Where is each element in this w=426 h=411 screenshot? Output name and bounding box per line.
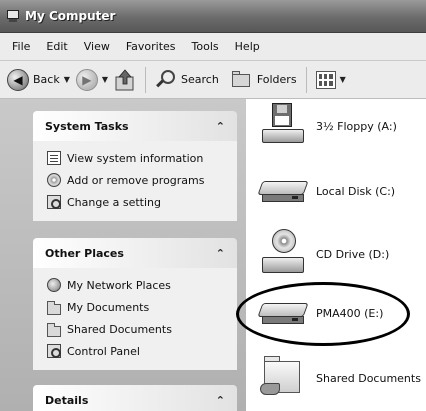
network-places-icon [47, 278, 61, 292]
forward-arrow-icon: ▶ [75, 68, 98, 91]
system-tasks-header[interactable]: System Tasks ⌃ [33, 111, 237, 141]
shared-folder-icon [258, 355, 308, 401]
back-dropdown-icon[interactable]: ▼ [64, 75, 70, 84]
task-view-system-information[interactable]: View system information [47, 147, 229, 169]
folder-icon [47, 300, 61, 315]
drives-view: 3½ Floppy (A:) Local Disk (C:) CD Drive … [246, 99, 426, 411]
title-bar[interactable]: My Computer [0, 0, 426, 33]
drive-floppy-a[interactable]: 3½ Floppy (A:) [258, 103, 397, 149]
menu-bar: File Edit View Favorites Tools Help [0, 33, 426, 61]
hard-disk-icon [257, 173, 309, 209]
system-info-icon [47, 151, 61, 165]
collapse-chevron-icon[interactable]: ⌃ [216, 394, 225, 407]
toolbar-separator [305, 66, 307, 93]
drive-cd-d[interactable]: CD Drive (D:) [258, 229, 389, 279]
place-label: Shared Documents [67, 322, 172, 336]
views-dropdown-icon[interactable]: ▼ [340, 75, 346, 84]
menu-edit[interactable]: Edit [38, 40, 75, 53]
my-computer-icon [6, 9, 20, 23]
task-pane: System Tasks ⌃ View system information A… [0, 99, 246, 411]
task-change-setting[interactable]: Change a setting [47, 191, 229, 213]
task-label: View system information [67, 151, 204, 165]
views-button[interactable]: ▼ [313, 65, 349, 95]
place-label: My Documents [67, 300, 150, 314]
details-title: Details [45, 393, 89, 407]
search-icon [155, 69, 177, 91]
window-title: My Computer [25, 9, 116, 23]
up-button[interactable] [111, 65, 139, 95]
task-label: Add or remove programs [67, 173, 205, 187]
drive-label: CD Drive (D:) [316, 247, 390, 261]
menu-tools[interactable]: Tools [184, 40, 227, 53]
collapse-chevron-icon[interactable]: ⌃ [216, 120, 225, 133]
other-places-panel: Other Places ⌃ My Network Places My Docu… [33, 238, 237, 370]
collapse-chevron-icon[interactable]: ⌃ [216, 247, 225, 260]
folders-button[interactable]: Folders [228, 65, 300, 95]
search-button[interactable]: Search [152, 65, 222, 95]
highlight-ring [236, 282, 410, 346]
place-my-network-places[interactable]: My Network Places [47, 274, 229, 296]
up-folder-icon [115, 68, 134, 90]
details-header[interactable]: Details ⌃ [33, 385, 237, 411]
folders-icon [231, 70, 253, 89]
drive-local-disk-c[interactable]: Local Disk (C:) [257, 173, 396, 209]
drive-label: 3½ Floppy (A:) [316, 119, 397, 133]
control-panel-icon [47, 195, 61, 209]
forward-button[interactable]: ▶ ▼ [73, 65, 111, 95]
menu-file[interactable]: File [4, 40, 38, 53]
views-icon [315, 70, 336, 89]
place-control-panel[interactable]: Control Panel [47, 340, 229, 362]
place-shared-documents[interactable]: Shared Documents [47, 318, 229, 340]
system-tasks-title: System Tasks [45, 119, 129, 133]
system-tasks-list: View system information Add or remove pr… [33, 141, 237, 221]
drive-label: Shared Documents [316, 371, 421, 385]
place-label: My Network Places [67, 278, 171, 292]
menu-view[interactable]: View [76, 40, 118, 53]
system-tasks-panel: System Tasks ⌃ View system information A… [33, 111, 237, 221]
cd-drive-icon [258, 229, 308, 279]
other-places-header[interactable]: Other Places ⌃ [33, 238, 237, 268]
back-label: Back [33, 73, 60, 86]
toolbar-separator [145, 66, 147, 93]
place-label: Control Panel [67, 344, 140, 358]
add-remove-programs-icon [47, 173, 61, 187]
back-arrow-icon: ◀ [7, 68, 29, 91]
back-button[interactable]: ◀ Back ▼ [4, 65, 73, 95]
place-my-documents[interactable]: My Documents [47, 296, 229, 318]
shared-documents-folder[interactable]: Shared Documents [258, 355, 421, 401]
task-label: Change a setting [67, 195, 161, 209]
menu-favorites[interactable]: Favorites [118, 40, 184, 53]
toolbar: ◀ Back ▼ ▶ ▼ Search Folders ▼ [0, 61, 426, 99]
folder-icon [47, 322, 61, 337]
folders-label: Folders [256, 73, 297, 86]
control-panel-icon [47, 344, 61, 358]
other-places-title: Other Places [45, 246, 124, 260]
other-places-list: My Network Places My Documents Shared Do… [33, 268, 237, 370]
search-label: Search [181, 73, 219, 86]
details-panel: Details ⌃ [33, 385, 237, 411]
drive-label: Local Disk (C:) [316, 184, 396, 198]
floppy-drive-icon [258, 103, 308, 149]
menu-help[interactable]: Help [227, 40, 268, 53]
forward-dropdown-icon[interactable]: ▼ [102, 75, 108, 84]
task-add-remove-programs[interactable]: Add or remove programs [47, 169, 229, 191]
